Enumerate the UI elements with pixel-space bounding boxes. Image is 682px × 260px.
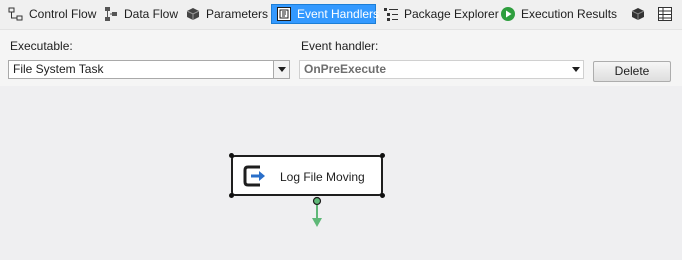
tab-label: Parameters <box>206 7 269 21</box>
executable-combobox[interactable]: File System Task <box>8 60 290 79</box>
tab-label: Event Handlers <box>297 7 380 21</box>
delete-button[interactable]: Delete <box>593 61 671 82</box>
precedence-constraint-arrow[interactable] <box>311 194 323 230</box>
grid-icon[interactable] <box>657 6 673 22</box>
package-explorer-icon <box>384 8 398 21</box>
selection-handle[interactable] <box>380 153 385 158</box>
tab-control-flow[interactable]: Control Flow <box>4 4 97 24</box>
tab-label: Execution Results <box>521 7 618 21</box>
tab-package-explorer[interactable]: Package Explorer <box>379 4 499 24</box>
tab-execution-results[interactable]: Execution Results <box>496 4 617 24</box>
task-box-log-file-moving[interactable]: Log File Moving <box>231 155 383 196</box>
selection-handle[interactable] <box>380 193 385 198</box>
data-flow-icon <box>105 7 117 21</box>
task-label: Log File Moving <box>280 170 365 184</box>
tab-label: Package Explorer <box>404 7 499 21</box>
event-handler-value: OnPreExecute <box>304 62 387 76</box>
tab-label: Control Flow <box>29 7 97 21</box>
control-flow-icon <box>8 7 23 21</box>
chevron-down-icon[interactable] <box>273 61 289 78</box>
design-surface[interactable]: Log File Moving <box>0 86 682 260</box>
execute-sql-task-icon <box>243 165 265 187</box>
event-handler-label: Event handler: <box>301 39 379 53</box>
event-handlers-icon <box>277 7 291 21</box>
tab-label: Data Flow <box>124 7 179 21</box>
executable-value: File System Task <box>13 62 104 76</box>
chevron-down-icon[interactable] <box>568 61 583 78</box>
execution-results-icon <box>501 7 515 21</box>
tab-data-flow[interactable]: Data Flow <box>99 4 179 24</box>
executable-label: Executable: <box>10 39 73 53</box>
tab-event-handlers[interactable]: Event Handlers <box>271 4 380 24</box>
event-handler-toolbar: Executable: File System Task Event handl… <box>0 29 682 87</box>
selection-handle[interactable] <box>229 153 234 158</box>
event-handler-combobox[interactable]: OnPreExecute <box>299 60 584 79</box>
parameters-icon <box>186 8 200 20</box>
variables-icon[interactable] <box>630 6 646 22</box>
designer-tab-bar: Control Flow Data Flow Parameters Event … <box>0 0 682 29</box>
tab-parameters[interactable]: Parameters <box>181 4 269 24</box>
selection-handle[interactable] <box>229 193 234 198</box>
